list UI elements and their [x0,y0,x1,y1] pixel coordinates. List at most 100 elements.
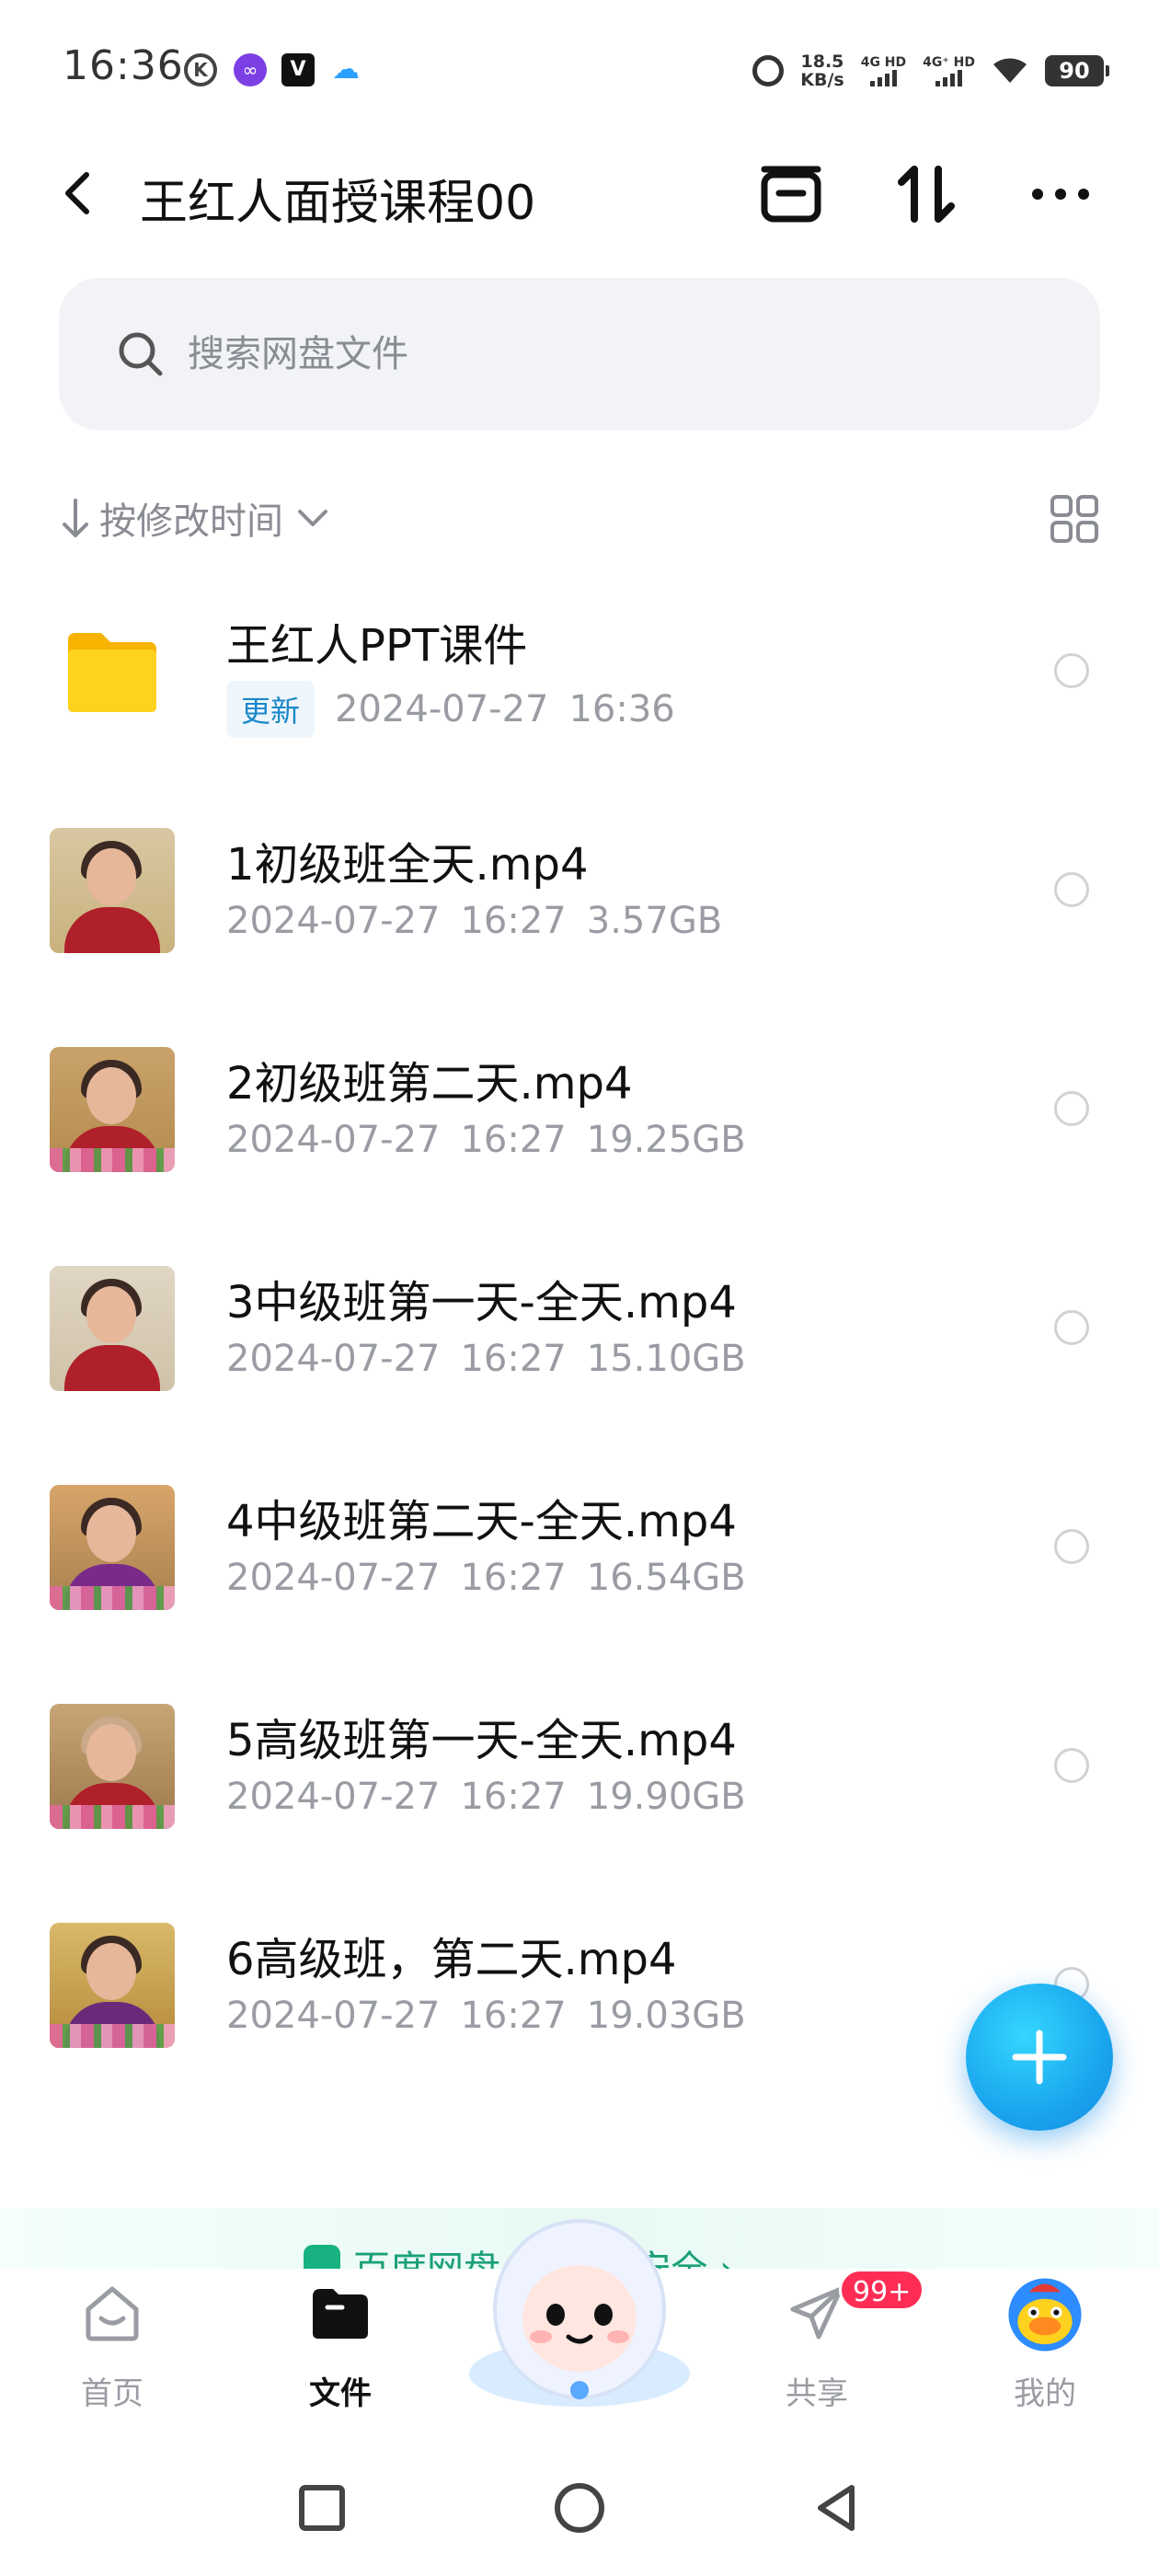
file-size: 19.90GB [586,1776,746,1818]
search-bar[interactable] [59,278,1100,431]
video-thumbnail [50,1266,175,1391]
video-thumbnail [50,1485,175,1610]
sort-row: 按修改时间 [59,486,1100,550]
signal-bars-icon [869,70,897,86]
nav-item-mine[interactable]: 我的 [971,2269,1119,2427]
mascot-assistant-icon[interactable] [460,2199,699,2410]
cloud-app-icon: ☁ [332,53,360,86]
nav-item-files[interactable]: 文件 [267,2269,414,2427]
file-size: 16.54GB [586,1557,746,1599]
update-badge: 更新 [226,681,316,738]
file-name: 1初级班全天.mp4 [226,839,589,891]
sim2-label: 4G⁺ HD [923,55,975,70]
grid-view-icon[interactable] [1049,493,1100,545]
network-speed: 18.5 KB/s [800,52,843,89]
home-circle-icon[interactable] [552,2480,607,2536]
select-checkbox[interactable] [1054,1529,1089,1564]
select-checkbox[interactable] [1054,872,1089,907]
file-meta: 2024-07-27 16:27 19.25GB [226,1119,746,1161]
more-options-icon[interactable] [1028,162,1093,226]
v-app-icon: V [281,53,315,86]
sort-dropdown[interactable]: 按修改时间 [59,486,331,550]
file-name: 王红人PPT课件 [226,620,528,672]
list-item[interactable]: 1初级班全天.mp4 2024-07-27 16:27 3.57GB [0,780,1159,983]
file-date: 2024-07-27 [226,1338,441,1380]
video-thumbnail [50,1704,175,1829]
nav-item-share[interactable]: 99+ 共享 [743,2269,925,2427]
search-input[interactable] [188,322,1016,386]
file-meta: 2024-07-27 16:27 16.54GB [226,1557,746,1599]
file-date: 2024-07-27 [226,1119,441,1161]
file-name: 2初级班第二天.mp4 [226,1058,633,1110]
file-meta: 更新 2024-07-27 16:36 [226,681,675,738]
nav-item-home[interactable]: 首页 [39,2269,186,2427]
nav-label: 首页 [81,2375,143,2412]
back-triangle-icon[interactable] [809,2480,865,2536]
archive-icon[interactable] [759,162,823,226]
network-speed-value: 18.5 [800,52,844,72]
video-thumbnail [50,828,175,953]
recent-apps-icon[interactable] [294,2480,350,2536]
file-name: 5高级班第一天-全天.mp4 [226,1715,737,1766]
file-time: 16:27 [460,1557,567,1599]
sim1-label: 4G HD [860,55,907,70]
wifi-icon [993,58,1027,83]
list-item[interactable]: 3中级班第一天-全天.mp4 2024-07-27 16:27 15.10GB [0,1218,1159,1420]
file-name: 6高级班，第二天.mp4 [226,1934,677,1985]
avatar-icon [1008,2278,1082,2352]
sim2-signal: 4G⁺ HD [923,55,975,86]
file-time: 16:27 [460,1338,567,1380]
status-time: 16:36 [63,42,184,89]
file-name: 3中级班第一天-全天.mp4 [226,1277,737,1328]
list-item[interactable]: 5高级班第一天-全天.mp4 2024-07-27 16:27 19.90GB [0,1656,1159,1858]
file-meta: 2024-07-27 16:27 15.10GB [226,1338,746,1380]
nav-label: 共享 [786,2375,848,2412]
list-item[interactable]: 4中级班第二天-全天.mp4 2024-07-27 16:27 16.54GB [0,1437,1159,1639]
file-meta: 2024-07-27 16:27 3.57GB [226,900,722,942]
plus-icon [1012,2030,1067,2085]
file-size: 15.10GB [586,1338,746,1380]
file-size: 3.57GB [586,900,723,942]
sim1-signal: 4G HD [861,55,906,86]
search-icon [119,332,163,376]
arrow-down-icon [63,499,88,537]
signal-bars-icon [935,70,963,86]
title-bar: 王红人面授课程00 [0,147,1159,239]
select-checkbox[interactable] [1054,1748,1089,1783]
file-time: 16:36 [568,688,675,730]
battery-indicator: 90 [1045,55,1109,86]
add-button[interactable] [966,1984,1113,2131]
k-badge-icon: K [184,53,217,86]
file-date: 2024-07-27 [226,1557,441,1599]
nav-label: 文件 [309,2375,372,2412]
list-item[interactable]: 王红人PPT课件 更新 2024-07-27 16:36 [0,561,1159,764]
sort-label: 按修改时间 [99,500,283,543]
file-date: 2024-07-27 [226,1995,441,2037]
network-speed-unit: KB/s [800,70,844,90]
select-checkbox[interactable] [1054,1310,1089,1345]
file-name: 4中级班第二天-全天.mp4 [226,1496,737,1547]
file-date: 2024-07-27 [335,688,549,730]
select-checkbox[interactable] [1054,1091,1089,1126]
file-size: 19.25GB [586,1119,746,1161]
file-date: 2024-07-27 [226,900,441,942]
file-size: 19.03GB [586,1995,746,2037]
alarm-icon [752,55,785,86]
list-item[interactable]: 2初级班第二天.mp4 2024-07-27 16:27 19.25GB [0,999,1159,1202]
file-meta: 2024-07-27 16:27 19.90GB [226,1776,746,1818]
select-checkbox[interactable] [1054,653,1089,688]
status-right-group: 18.5 KB/s 4G HD 4G⁺ HD 90 [752,48,1109,94]
system-navigation-bar [0,2447,1159,2576]
status-bar: 16:36 K ∞ V ☁ 18.5 KB/s 4G HD 4G⁺ HD 90 [0,0,1159,138]
nav-label: 我的 [1014,2375,1076,2412]
home-icon [86,2286,139,2341]
file-date: 2024-07-27 [226,1776,441,1818]
sort-swap-icon[interactable] [894,162,958,226]
file-time: 16:27 [460,900,567,942]
back-arrow-icon[interactable] [52,166,107,221]
video-thumbnail [50,1923,175,2048]
shield-icon [304,2245,340,2269]
folder-icon [313,2289,368,2339]
video-thumbnail [50,1047,175,1172]
file-time: 16:27 [460,1995,567,2037]
